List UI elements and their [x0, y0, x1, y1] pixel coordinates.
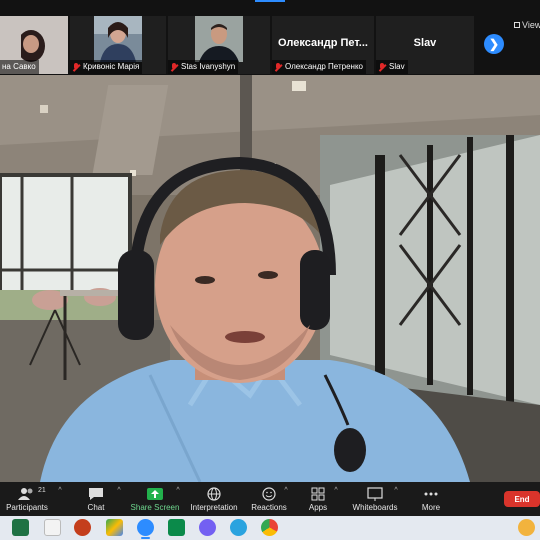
participant-name-caption: Олександр Петренко: [272, 60, 366, 74]
active-speaker-video: [0, 75, 540, 482]
mic-muted-icon: [72, 62, 80, 72]
participant-tile[interactable]: на Савко: [0, 16, 68, 74]
kaspersky-icon[interactable]: [168, 519, 185, 536]
interpretation-label: Interpretation: [190, 503, 238, 512]
view-label: View: [522, 20, 540, 30]
participant-video: [94, 16, 142, 62]
share-caret-icon[interactable]: ^: [174, 487, 182, 497]
participants-count: 21: [38, 487, 46, 494]
more-button[interactable]: More: [414, 482, 448, 516]
mic-muted-icon: [378, 62, 386, 72]
strip-indicator: [255, 0, 285, 2]
more-label: More: [421, 503, 441, 512]
participant-name: Stas Ivanyshyn: [181, 62, 236, 71]
whiteboard-icon: [367, 487, 383, 501]
mic-muted-icon: [274, 62, 282, 72]
share-screen-label: Share Screen: [130, 503, 180, 512]
files-icon[interactable]: [44, 519, 61, 536]
meet-icon[interactable]: [106, 519, 123, 536]
viber-icon[interactable]: [199, 519, 216, 536]
participant-strip: на Савко Кривоніс Марія Stas Ivanyshyn О…: [0, 0, 540, 75]
participant-tile-title: Олександр Пет...: [278, 37, 368, 49]
end-label: End: [514, 494, 530, 504]
participant-name-caption: Slav: [376, 60, 408, 74]
share-screen-icon: [147, 488, 163, 500]
chevron-right-icon: ❯: [488, 37, 500, 51]
end-meeting-button[interactable]: End: [504, 491, 540, 507]
active-indicator: [141, 537, 150, 539]
chat-caret-icon[interactable]: ^: [115, 487, 123, 497]
apps-button[interactable]: Apps: [300, 482, 336, 516]
chat-label: Chat: [87, 503, 105, 512]
chat-icon: [89, 488, 103, 500]
participant-name-caption: Stas Ivanyshyn: [168, 60, 239, 74]
participant-video: [195, 16, 243, 62]
excel-icon[interactable]: [12, 519, 29, 536]
mic-muted-icon: [170, 62, 178, 72]
reactions-caret-icon[interactable]: ^: [282, 487, 290, 497]
telegram-icon[interactable]: [230, 519, 247, 536]
zoom-icon[interactable]: [137, 519, 154, 539]
participant-name: на Савко: [2, 62, 36, 71]
next-page-button[interactable]: ❯: [484, 34, 504, 54]
interpretation-button[interactable]: Interpretation: [188, 482, 240, 516]
more-dots-icon: [424, 492, 438, 496]
participants-button[interactable]: 21 Participants: [2, 482, 52, 516]
chrome-icon[interactable]: [261, 519, 278, 536]
apps-icon: [311, 487, 325, 501]
speaker-video-frame: [0, 75, 540, 482]
powerpoint-icon[interactable]: [74, 519, 91, 536]
view-button[interactable]: View: [514, 20, 540, 30]
participant-name-caption: Кривоніс Марія: [70, 60, 143, 74]
participant-tile[interactable]: Олександр Пет... Олександр Петренко: [272, 16, 374, 74]
globe-icon: [207, 487, 221, 501]
smiley-icon: [262, 487, 276, 501]
whiteboards-label: Whiteboards: [352, 503, 398, 512]
participant-tile[interactable]: Кривоніс Марія: [70, 16, 166, 74]
grid-view-icon: [514, 22, 520, 28]
participants-caret-icon[interactable]: ^: [56, 487, 64, 497]
participant-name: Slav: [389, 62, 405, 71]
participant-tile[interactable]: Stas Ivanyshyn: [168, 16, 270, 74]
whiteboards-caret-icon[interactable]: ^: [392, 487, 400, 497]
os-taskbar: [0, 516, 540, 540]
participant-tile-title: Slav: [413, 37, 437, 49]
participants-icon: [18, 488, 33, 500]
apps-label: Apps: [308, 503, 328, 512]
participant-name: Кривоніс Марія: [83, 62, 140, 71]
weather-icon[interactable]: [518, 519, 535, 536]
participant-name: Олександр Петренко: [285, 62, 363, 71]
participant-video: [21, 16, 68, 62]
apps-caret-icon[interactable]: ^: [332, 487, 340, 497]
reactions-label: Reactions: [251, 503, 287, 512]
chat-button[interactable]: Chat: [80, 482, 112, 516]
share-screen-button[interactable]: Share Screen: [130, 482, 180, 516]
meeting-controls: 21 Participants ^ Chat ^ Share Screen ^ …: [0, 482, 540, 516]
participant-tile[interactable]: Slav Slav: [376, 16, 474, 74]
participants-label: Participants: [6, 503, 48, 512]
participant-name-caption: на Савко: [0, 60, 39, 74]
